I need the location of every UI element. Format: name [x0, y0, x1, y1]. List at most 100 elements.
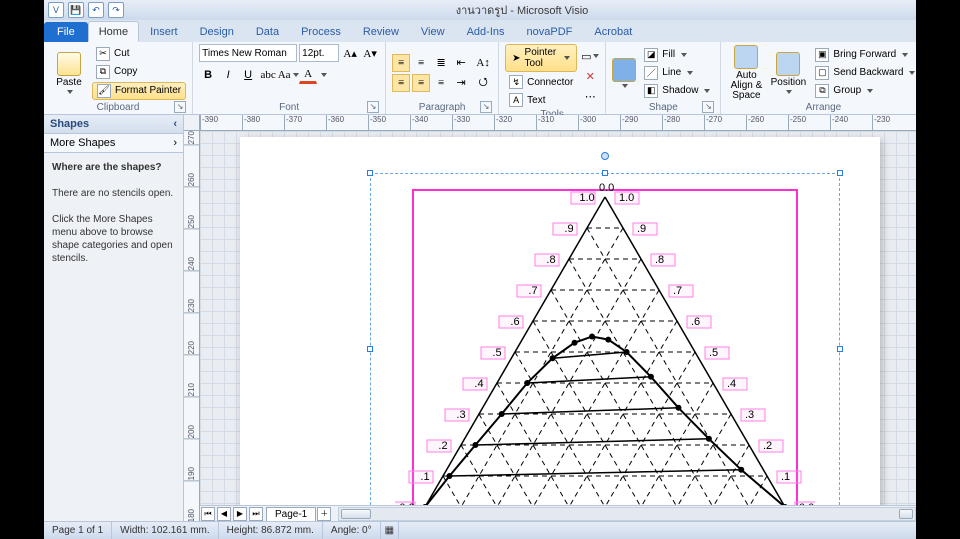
auto-align-button[interactable]: Auto Align & Space	[727, 45, 765, 101]
page-prev[interactable]: ◀	[217, 507, 231, 521]
shape-dialog-launcher[interactable]: ↘	[702, 101, 714, 113]
tab-view[interactable]: View	[410, 21, 456, 42]
svg-text:1.0: 1.0	[579, 192, 594, 204]
text-direction[interactable]: A↕	[474, 54, 492, 72]
bullets-button[interactable]: ≣	[432, 54, 450, 72]
line-button[interactable]: ／Line	[640, 65, 714, 81]
shrink-font-button[interactable]: A▾	[361, 44, 379, 62]
shadow-button[interactable]: ◧Shadow	[640, 83, 714, 99]
tab-review[interactable]: Review	[352, 21, 410, 42]
status-macro[interactable]: ▦	[381, 522, 399, 539]
group-tools: ➤Pointer Tool ↯Connector AText ▭ ✕ ⋯ Too…	[499, 42, 606, 114]
shapes-pane: Shapes‹ More Shapes› Where are the shape…	[44, 115, 184, 521]
rotate-text[interactable]: ⭯	[474, 74, 492, 92]
line-icon: ／	[644, 66, 658, 80]
more-tools[interactable]: ⋯	[581, 87, 599, 105]
status-height: Height: 86.872 mm.	[219, 522, 323, 539]
redo-icon[interactable]: ↷	[108, 2, 124, 18]
rectangle-tool[interactable]: ▭	[581, 47, 599, 65]
fill-button[interactable]: ◪Fill	[640, 47, 714, 63]
svg-text:.5: .5	[709, 347, 718, 359]
align-top-left[interactable]: ≡	[392, 54, 410, 72]
collapse-icon: ‹	[173, 118, 177, 130]
align-icon	[734, 45, 758, 69]
tab-acrobat[interactable]: Acrobat	[583, 21, 643, 42]
page-tabs-bar: ⏮ ◀ ▶ ⏭ Page-1 ＋	[200, 505, 916, 521]
paste-button[interactable]: Paste	[50, 45, 88, 101]
delete-connector[interactable]: ✕	[581, 67, 599, 85]
new-page[interactable]: ＋	[317, 507, 331, 521]
tab-process[interactable]: Process	[290, 21, 352, 42]
window-title: งานวาดรูป - Microsoft Visio	[128, 1, 916, 19]
visio-app-icon[interactable]: V	[48, 2, 64, 18]
page-next[interactable]: ▶	[233, 507, 247, 521]
grow-font-button[interactable]: A▴	[341, 44, 359, 62]
svg-text:.7: .7	[673, 285, 682, 297]
font-dialog-launcher[interactable]: ↘	[367, 101, 379, 113]
connector-tool-button[interactable]: ↯Connector	[505, 74, 577, 90]
shadow-icon: ◧	[644, 84, 658, 98]
page-first[interactable]: ⏮	[201, 507, 215, 521]
align-mid-left[interactable]: ≡	[392, 74, 410, 92]
ruler-vertical[interactable]: 270260250240230220210200190180	[184, 131, 200, 521]
strike-button[interactable]: abc	[259, 66, 277, 84]
tab-data[interactable]: Data	[245, 21, 290, 42]
bring-forward-button[interactable]: ▣Bring Forward	[811, 47, 919, 63]
tab-insert[interactable]: Insert	[139, 21, 189, 42]
svg-text:1.0: 1.0	[619, 192, 634, 204]
status-page[interactable]: Page 1 of 1	[44, 522, 112, 539]
indent-dec[interactable]: ⇤	[452, 54, 470, 72]
svg-text:.6: .6	[510, 316, 519, 328]
bucket-icon: ◪	[644, 48, 658, 62]
group-font: A▴ A▾ B I U abc Aa A Font↘	[193, 42, 386, 114]
align-top-center[interactable]: ≡	[412, 54, 430, 72]
font-family-combo[interactable]	[199, 44, 297, 62]
bold-button[interactable]: B	[199, 66, 217, 84]
page-tab-1[interactable]: Page-1	[266, 507, 316, 521]
drawing-page[interactable]: 1.01.00.0.9.9.1.8.8.2.7.7.3.6.6.4.5.5.5.…	[240, 137, 880, 505]
text-tool-button[interactable]: AText	[505, 92, 577, 108]
tab-home[interactable]: Home	[88, 21, 139, 42]
tab-addins[interactable]: Add-Ins	[456, 21, 516, 42]
indent-inc[interactable]: ⇥	[452, 74, 470, 92]
tab-file[interactable]: File	[44, 22, 88, 42]
send-backward-button[interactable]: ▢Send Backward	[811, 65, 919, 81]
font-color-button[interactable]: A	[299, 66, 317, 84]
quick-styles[interactable]	[612, 45, 636, 101]
hscrollbar[interactable]	[338, 507, 916, 521]
rotation-handle[interactable]	[601, 152, 609, 160]
page-last[interactable]: ⏭	[249, 507, 263, 521]
shapes-hint-title: Where are the shapes?	[52, 162, 161, 173]
italic-button[interactable]: I	[219, 66, 237, 84]
undo-icon[interactable]: ↶	[88, 2, 104, 18]
format-painter-button[interactable]: 🖌Format Painter	[92, 82, 186, 100]
text-icon: A	[509, 93, 523, 107]
save-icon[interactable]: 💾	[68, 2, 84, 18]
more-shapes-button[interactable]: More Shapes›	[44, 134, 183, 153]
copy-button[interactable]: ⧉Copy	[92, 64, 186, 80]
shapes-hint-2: Click the More Shapes menu above to brow…	[52, 213, 175, 265]
position-button[interactable]: Position	[769, 45, 807, 101]
paragraph-dialog-launcher[interactable]: ↘	[480, 101, 492, 113]
group-button[interactable]: ⧉Group	[811, 83, 919, 99]
tab-design[interactable]: Design	[189, 21, 245, 42]
svg-text:.5: .5	[492, 347, 501, 359]
underline-button[interactable]: U	[239, 66, 257, 84]
align-mid-right[interactable]: ≡	[432, 74, 450, 92]
shapes-pane-header[interactable]: Shapes‹	[44, 115, 183, 134]
pointer-tool-button[interactable]: ➤Pointer Tool	[505, 44, 577, 72]
svg-text:.2: .2	[763, 440, 772, 452]
group-shape: ◪Fill ／Line ◧Shadow Shape↘	[606, 42, 721, 114]
cut-button[interactable]: ✂Cut	[92, 46, 186, 62]
align-mid-center[interactable]: ≡	[412, 74, 430, 92]
svg-text:.1: .1	[781, 471, 790, 483]
font-size-combo[interactable]	[299, 44, 339, 62]
ruler-horizontal[interactable]: -390-380-370-360-350-340-330-320-310-300…	[200, 115, 916, 131]
svg-text:.4: .4	[474, 378, 483, 390]
ternary-diagram[interactable]: 1.01.00.0.9.9.1.8.8.2.7.7.3.6.6.4.5.5.5.…	[395, 177, 815, 505]
clipboard-dialog-launcher[interactable]: ↘	[174, 101, 186, 113]
tab-novapdf[interactable]: novaPDF	[516, 21, 584, 42]
case-button[interactable]: Aa	[279, 66, 297, 84]
svg-text:.9: .9	[637, 223, 646, 235]
drawing-canvas[interactable]: -390-380-370-360-350-340-330-320-310-300…	[184, 115, 916, 521]
